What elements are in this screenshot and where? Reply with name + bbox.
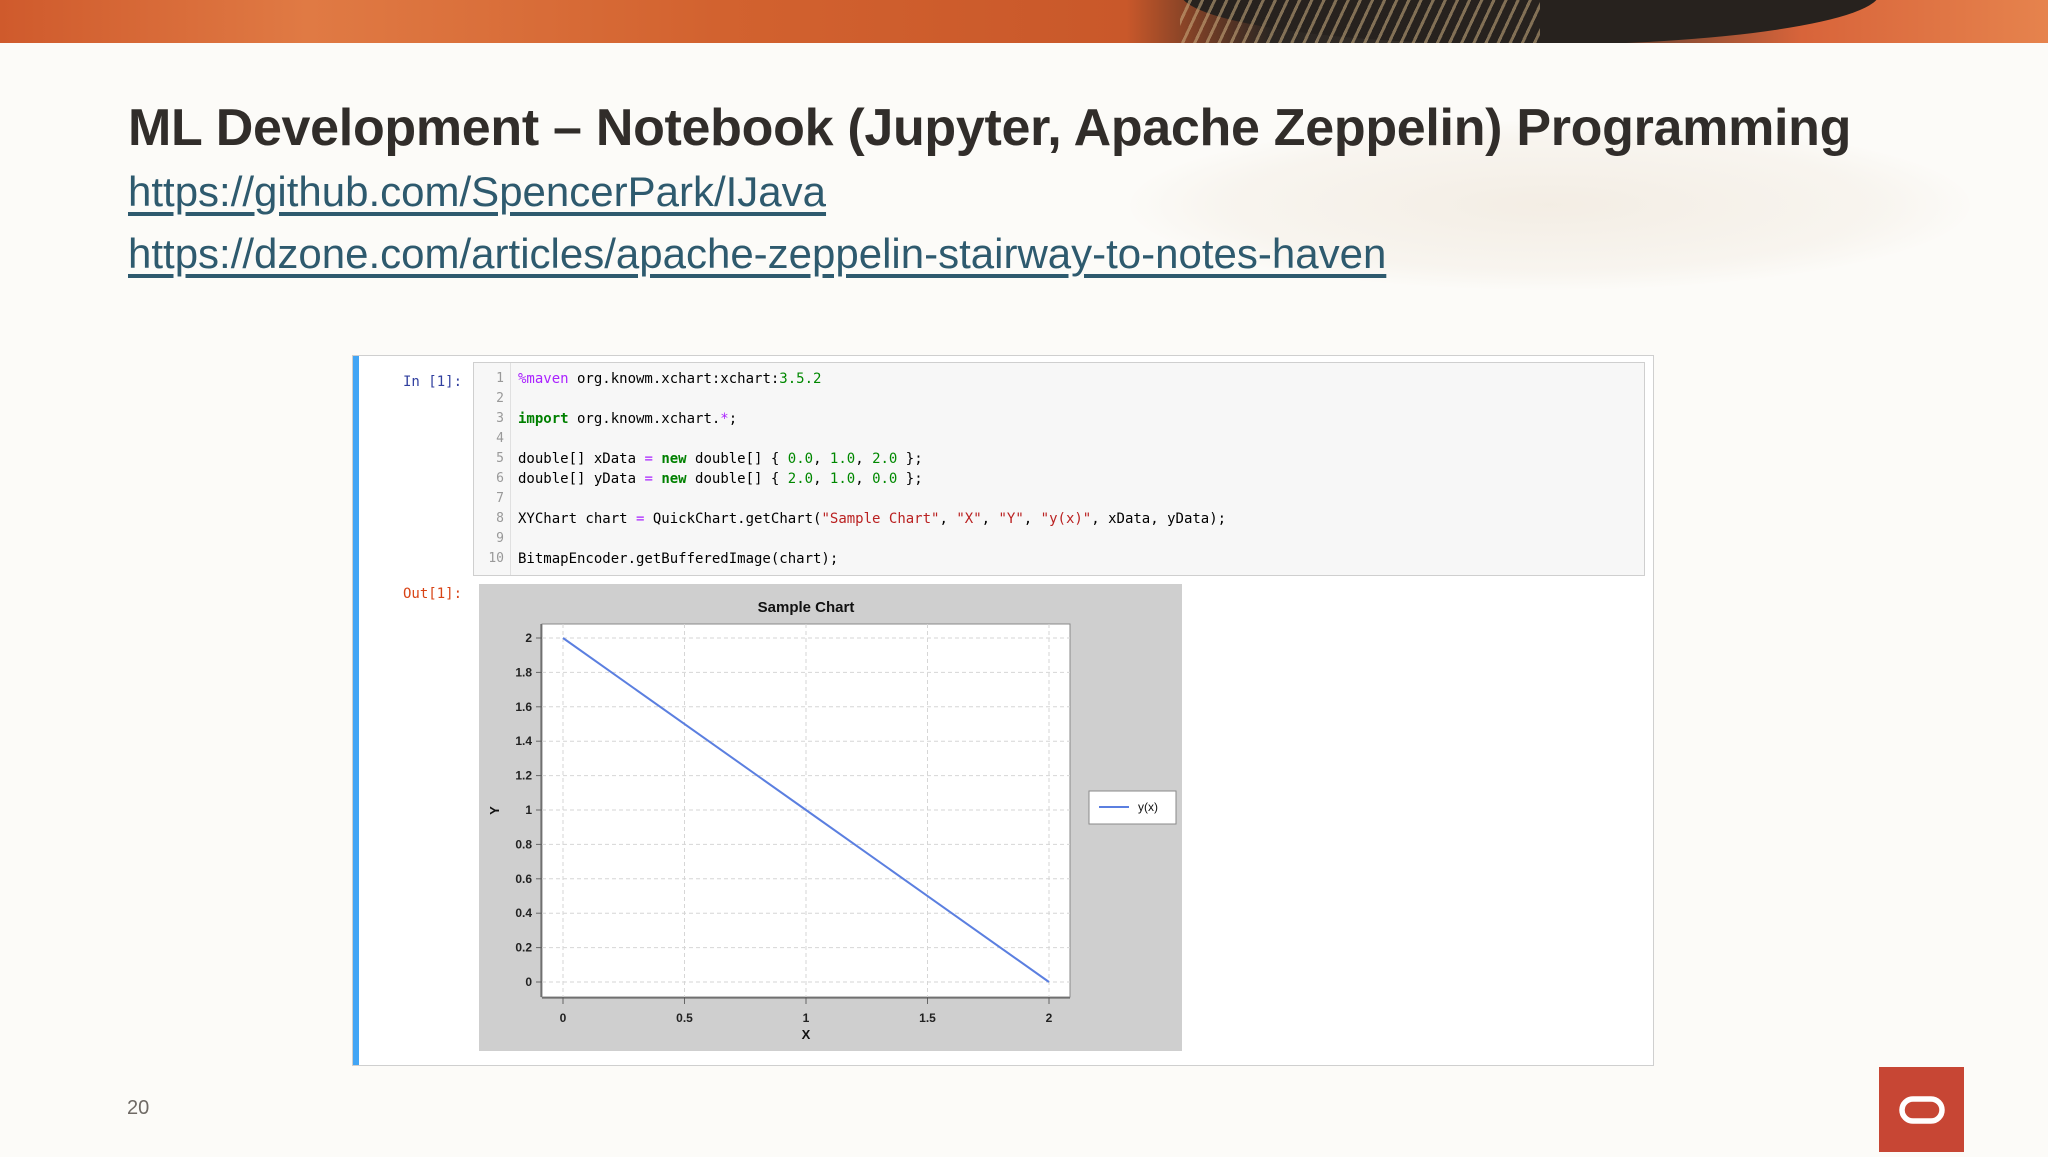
code-line[interactable]: 7 — [474, 491, 1644, 511]
y-tick-label: 1.6 — [515, 700, 532, 714]
y-tick-label: 0.4 — [515, 906, 532, 920]
code-token: org.knowm.xchart. — [568, 411, 721, 427]
code-token: , xData, yData); — [1091, 511, 1227, 527]
code-token: = — [644, 451, 653, 467]
code-token: , — [855, 471, 873, 487]
code-token: double[] xData — [518, 451, 645, 467]
code-text: import org.knowm.xchart.*; — [518, 411, 737, 427]
code-token: , — [981, 511, 999, 527]
chart-title: Sample Chart — [758, 599, 855, 616]
code-token: 0.0 — [872, 471, 898, 487]
code-token: * — [720, 411, 729, 427]
code-token: QuickChart.getChart( — [644, 511, 822, 527]
line-number: 8 — [496, 511, 504, 526]
code-token: , — [813, 451, 830, 467]
legend-label: y(x) — [1138, 800, 1158, 814]
line-number: 1 — [496, 371, 504, 386]
zeppelin-article-link[interactable]: https://dzone.com/articles/apache-zeppel… — [128, 230, 1386, 278]
x-tick-label: 0.5 — [676, 1011, 693, 1025]
code-token: double[] { — [686, 471, 788, 487]
code-token: , — [813, 471, 830, 487]
line-number: 7 — [496, 491, 504, 506]
code-token: , — [855, 451, 873, 467]
y-axis-label: Y — [487, 806, 502, 815]
code-line[interactable]: 2 — [474, 391, 1644, 411]
line-number: 10 — [488, 551, 504, 566]
x-tick-label: 2 — [1046, 1011, 1053, 1025]
code-text: XYChart chart = QuickChart.getChart("Sam… — [518, 511, 1226, 527]
code-token: ; — [728, 411, 738, 427]
code-editor[interactable]: 1 %maven org.knowm.xchart:xchart:3.5.2 2 3 i… — [473, 362, 1645, 576]
code-token: 2.0 — [872, 451, 898, 467]
line-number: 4 — [496, 431, 504, 446]
code-line[interactable]: 8 XYChart chart = QuickChart.getChart("Sa… — [474, 511, 1644, 531]
oracle-logo-icon — [1879, 1067, 1964, 1152]
x-tick-label: 1 — [803, 1011, 810, 1025]
code-token: = — [644, 471, 653, 487]
code-token: double[] { — [686, 451, 788, 467]
code-token: new — [661, 451, 687, 467]
x-tick-label: 1.5 — [919, 1011, 936, 1025]
code-line[interactable]: 1 %maven org.knowm.xchart:xchart:3.5.2 — [474, 371, 1644, 391]
code-token: "Y" — [998, 511, 1024, 527]
line-number: 6 — [496, 471, 504, 486]
code-token: XYChart chart — [518, 511, 637, 527]
oracle-logo — [1879, 1067, 1964, 1152]
code-token: , — [939, 511, 957, 527]
code-token: 2.0 — [787, 471, 814, 487]
y-tick-label: 0.2 — [515, 941, 532, 955]
code-token: "y(x)" — [1040, 511, 1092, 527]
notebook-cell[interactable]: In [1]: Out[1]: 1 %maven org.knowm.xchart… — [352, 355, 1654, 1066]
x-axis-label: X — [802, 1027, 811, 1042]
code-token: }; — [897, 451, 923, 467]
slide-title: ML Development – Notebook (Jupyter, Apac… — [128, 99, 1852, 157]
code-line[interactable]: 10 BitmapEncoder.getBufferedImage(chart); — [474, 551, 1644, 571]
code-token: "X" — [956, 511, 982, 527]
code-token: org.knowm.xchart:xchart: — [568, 371, 780, 387]
code-token: 0.0 — [787, 451, 814, 467]
code-line[interactable]: 4 — [474, 431, 1644, 451]
chart-output: 0 0.5 1 1.5 2 0 0.2 0.4 0.6 0.8 1 1.2 1.4 1.6 1.8 2 Samp… — [479, 584, 1182, 1051]
cell-selection-bar — [353, 356, 359, 1065]
code-token: 1.0 — [829, 471, 856, 487]
ijava-link[interactable]: https://github.com/SpencerPark/IJava — [128, 168, 826, 216]
code-token: }; — [897, 471, 923, 487]
banner-stripes — [1180, 0, 1540, 43]
x-tick-label: 0 — [560, 1011, 567, 1025]
code-text: double[] xData = new double[] { 0.0, 1.0… — [518, 451, 923, 467]
y-tick-label: 1.2 — [515, 769, 532, 783]
header-banner — [0, 0, 2048, 43]
code-token: 3.5.2 — [779, 371, 822, 387]
y-tick-label: 0.6 — [515, 872, 532, 886]
line-number: 3 — [496, 411, 504, 426]
input-prompt: In [1]: — [403, 374, 463, 390]
code-line[interactable]: 3 import org.knowm.xchart.*; — [474, 411, 1644, 431]
code-line[interactable]: 6 double[] yData = new double[] { 2.0, 1.… — [474, 471, 1644, 491]
page-number: 20 — [127, 1097, 150, 1119]
y-tick-label: 1.4 — [515, 734, 532, 748]
code-text: %maven org.knowm.xchart:xchart:3.5.2 — [518, 371, 821, 387]
y-tick-label: 1.8 — [515, 665, 532, 679]
y-tick-label: 1 — [525, 803, 532, 817]
y-tick-label: 2 — [525, 631, 532, 645]
code-token: import — [518, 411, 569, 427]
code-token: 1.0 — [829, 451, 856, 467]
code-line[interactable]: 5 double[] xData = new double[] { 0.0, 1.… — [474, 451, 1644, 471]
code-text: BitmapEncoder.getBufferedImage(chart); — [518, 551, 838, 567]
code-token: double[] yData — [518, 471, 645, 487]
code-text: double[] yData = new double[] { 2.0, 1.0… — [518, 471, 923, 487]
code-token: %maven — [518, 371, 569, 387]
y-tick-label: 0.8 — [515, 837, 532, 851]
line-number: 2 — [496, 391, 504, 406]
code-token: , — [1023, 511, 1041, 527]
code-token: new — [661, 471, 687, 487]
code-token: BitmapEncoder.getBufferedImage(chart); — [518, 551, 839, 567]
code-token: "Sample Chart" — [821, 511, 940, 527]
y-tick-label: 0 — [525, 975, 532, 989]
output-prompt: Out[1]: — [403, 586, 463, 602]
line-number: 9 — [496, 531, 504, 546]
line-number: 5 — [496, 451, 504, 466]
code-line[interactable]: 9 — [474, 531, 1644, 551]
